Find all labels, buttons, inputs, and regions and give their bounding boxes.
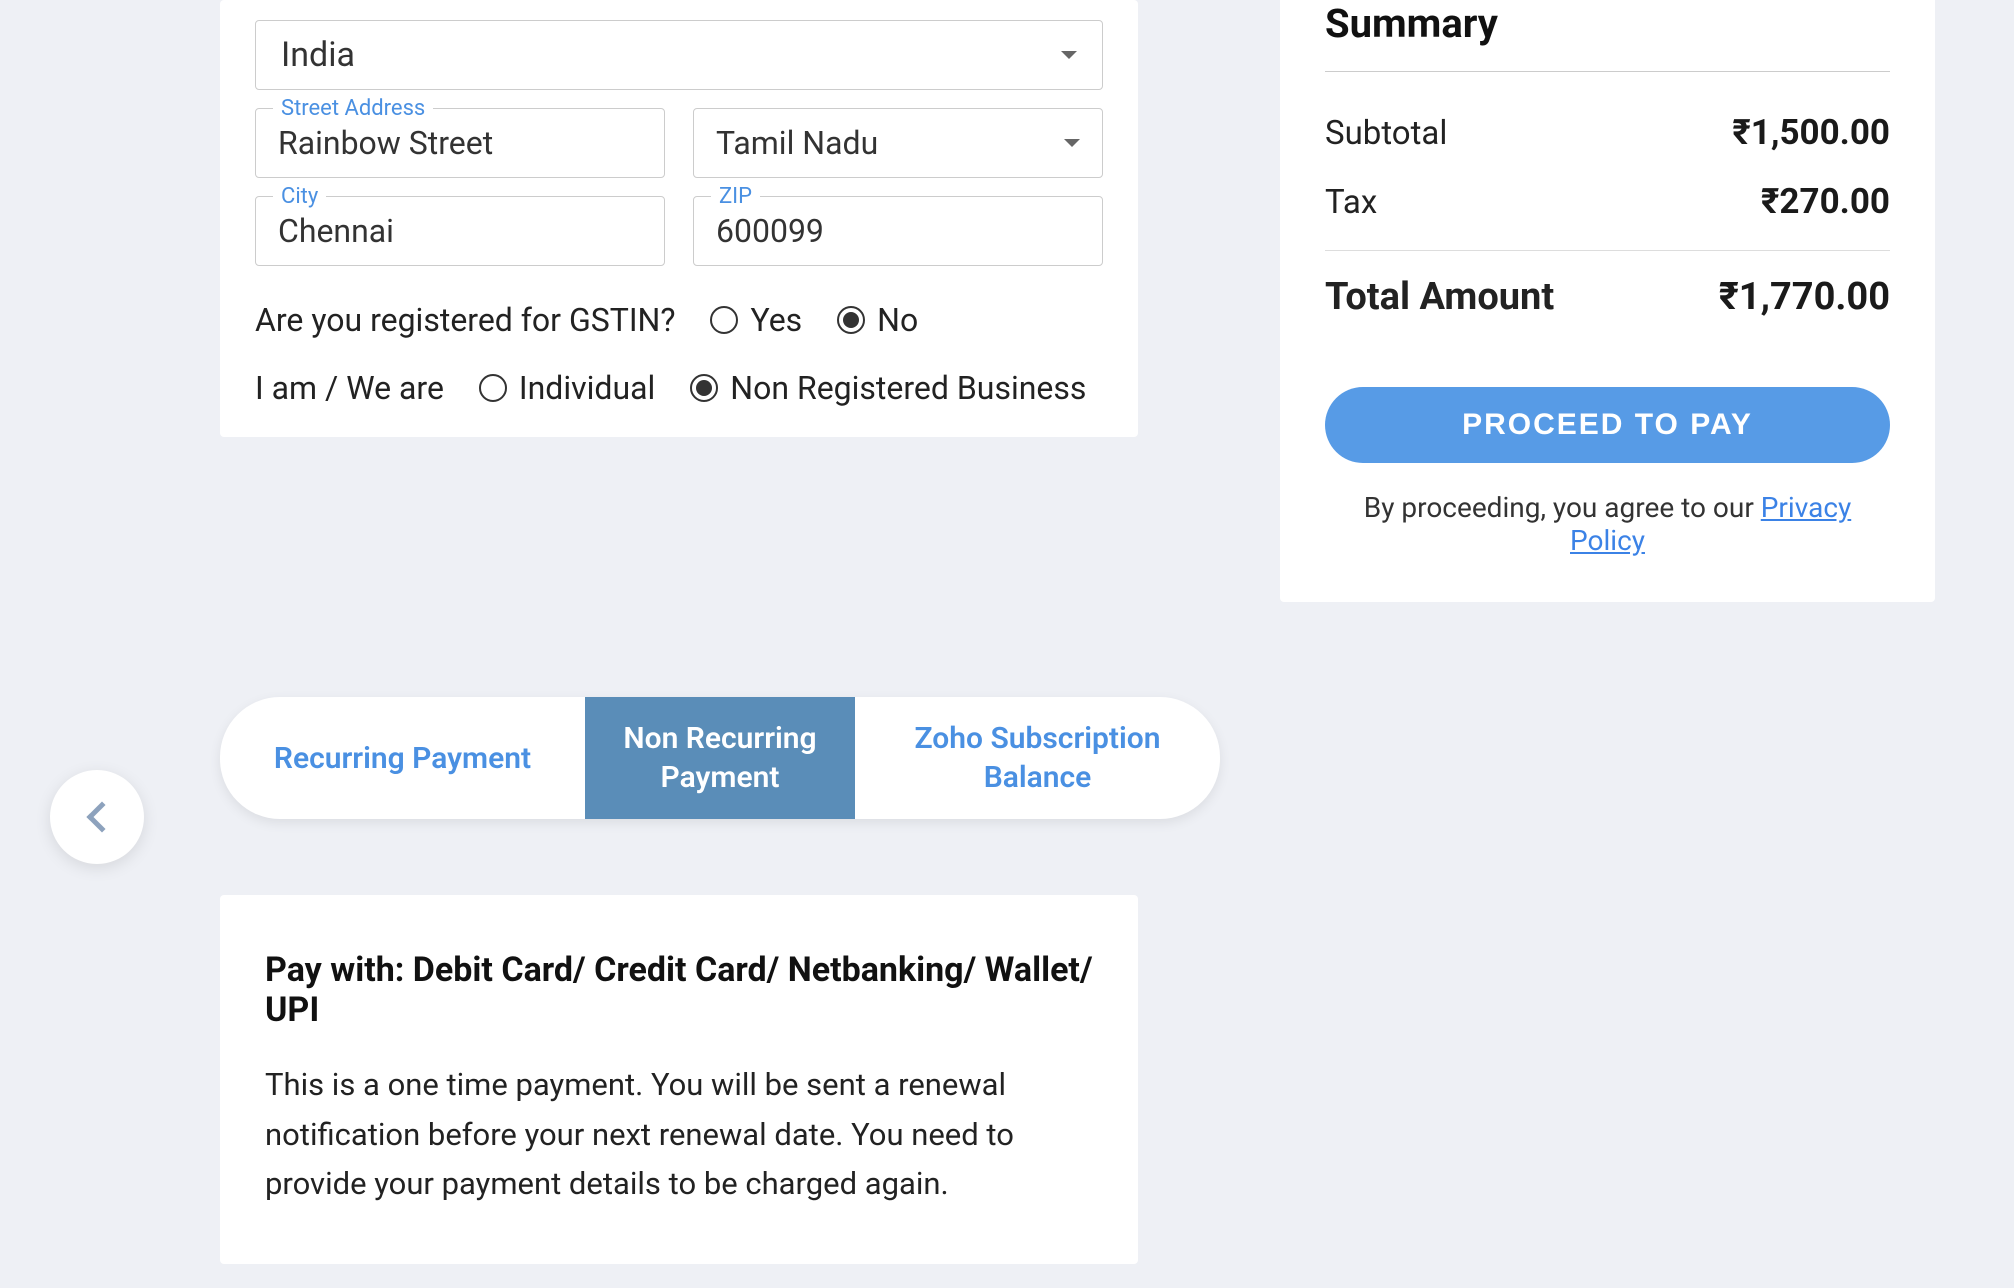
radio-icon: [690, 374, 718, 402]
proceed-to-pay-button[interactable]: PROCEED TO PAY: [1325, 387, 1890, 463]
summary-card: Summary Subtotal ₹1,500.00 Tax ₹270.00 T…: [1280, 0, 1935, 602]
tab-recurring-payment[interactable]: Recurring Payment: [220, 697, 585, 819]
street-value: Rainbow Street: [278, 124, 493, 162]
zip-label: ZIP: [711, 184, 760, 209]
radio-icon: [837, 306, 865, 334]
divider: [1325, 250, 1890, 251]
non-registered-business-radio[interactable]: Non Registered Business: [690, 369, 1086, 407]
state-select[interactable]: Tamil Nadu: [693, 108, 1103, 178]
zip-value: 600099: [716, 212, 824, 250]
back-button[interactable]: [50, 770, 144, 864]
billing-form-card: India Street Address Rainbow Street Tami…: [220, 0, 1138, 437]
subtotal-value: ₹1,500.00: [1732, 112, 1890, 153]
radio-icon: [479, 374, 507, 402]
radio-icon: [710, 306, 738, 334]
payment-info-card: Pay with: Debit Card/ Credit Card/ Netba…: [220, 895, 1138, 1264]
payment-description: This is a one time payment. You will be …: [265, 1060, 1093, 1209]
total-label: Total Amount: [1325, 275, 1554, 319]
city-label: City: [273, 184, 326, 209]
gstin-question: Are you registered for GSTIN?: [255, 301, 675, 339]
privacy-disclaimer: By proceeding, you agree to our Privacy …: [1325, 491, 1890, 557]
gstin-yes-radio[interactable]: Yes: [710, 301, 802, 339]
chevron-down-icon: [1061, 51, 1077, 59]
gstin-no-radio[interactable]: No: [837, 301, 918, 339]
chevron-left-icon: [86, 801, 117, 832]
individual-label: Individual: [519, 369, 655, 407]
payment-tabs: Recurring Payment Non Recurring Payment …: [220, 697, 1220, 819]
non-registered-business-label: Non Registered Business: [730, 369, 1086, 407]
country-select[interactable]: India: [255, 20, 1103, 90]
total-value: ₹1,770.00: [1719, 275, 1890, 319]
divider: [1325, 71, 1890, 72]
tax-value: ₹270.00: [1761, 181, 1890, 222]
state-value: Tamil Nadu: [716, 124, 878, 162]
individual-radio[interactable]: Individual: [479, 369, 655, 407]
country-value: India: [281, 35, 355, 75]
city-value: Chennai: [278, 212, 394, 250]
street-label: Street Address: [273, 96, 433, 121]
tab-subscription-balance[interactable]: Zoho Subscription Balance: [855, 697, 1220, 819]
summary-title: Summary: [1325, 0, 1890, 47]
chevron-down-icon: [1064, 139, 1080, 147]
tax-label: Tax: [1325, 183, 1377, 222]
subtotal-label: Subtotal: [1325, 114, 1447, 153]
privacy-agree-text: By proceeding, you agree to our: [1364, 491, 1761, 524]
tab-non-recurring-payment[interactable]: Non Recurring Payment: [585, 697, 855, 819]
gstin-yes-label: Yes: [750, 301, 802, 339]
payment-heading: Pay with: Debit Card/ Credit Card/ Netba…: [265, 950, 1093, 1030]
gstin-no-label: No: [877, 301, 918, 339]
iam-question: I am / We are: [255, 369, 444, 407]
